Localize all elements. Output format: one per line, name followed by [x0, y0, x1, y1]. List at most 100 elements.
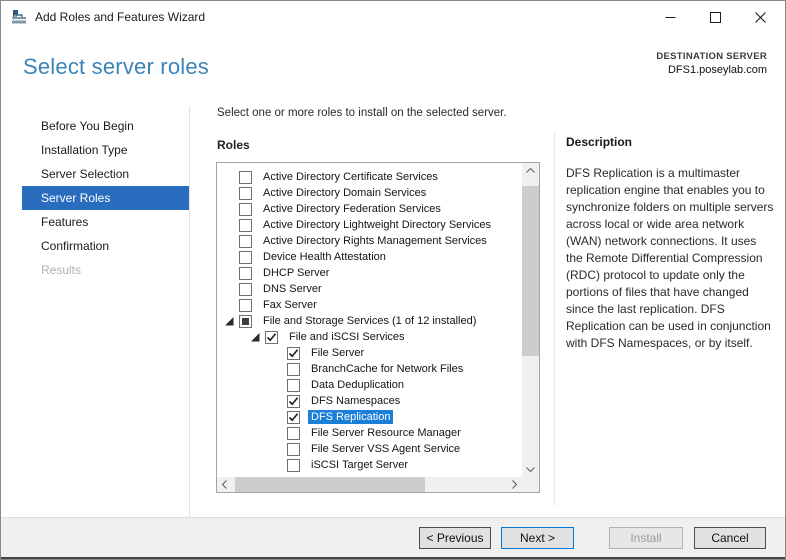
role-checkbox[interactable]	[287, 411, 300, 424]
role-label: DNS Server	[260, 282, 325, 296]
title-bar: Add Roles and Features Wizard	[1, 1, 785, 33]
description-text: DFS Replication is a multimaster replica…	[566, 165, 774, 352]
cancel-button[interactable]: Cancel	[694, 527, 766, 549]
role-row[interactable]: File and iSCSI Services	[217, 329, 522, 345]
role-label: Active Directory Certificate Services	[260, 170, 441, 184]
role-checkbox[interactable]	[239, 171, 252, 184]
vertical-scroll-thumb[interactable]	[522, 186, 539, 356]
sidebar-item-server-roles[interactable]: Server Roles	[22, 186, 189, 210]
role-label: DFS Namespaces	[308, 394, 403, 408]
role-checkbox[interactable]	[287, 347, 300, 360]
role-label: Active Directory Federation Services	[260, 202, 444, 216]
roles-list-label: Roles	[217, 138, 250, 152]
role-checkbox[interactable]	[239, 283, 252, 296]
previous-button[interactable]: < Previous	[419, 527, 491, 549]
role-row[interactable]: Fax Server	[217, 297, 522, 313]
role-label: Device Health Attestation	[260, 250, 389, 264]
sidebar-item-features[interactable]: Features	[22, 210, 189, 234]
wizard-steps-sidebar: Before You BeginInstallation TypeServer …	[1, 106, 189, 282]
role-checkbox[interactable]	[287, 395, 300, 408]
role-checkbox[interactable]	[287, 379, 300, 392]
page-title: Select server roles	[23, 54, 209, 80]
destination-server-label: DESTINATION SERVER	[656, 50, 767, 63]
expander-icon[interactable]	[251, 333, 261, 342]
role-row[interactable]: BranchCache for Network Files	[217, 361, 522, 377]
window-controls	[648, 1, 783, 33]
scroll-right-button[interactable]	[507, 477, 522, 492]
scroll-left-button[interactable]	[217, 477, 232, 492]
role-row[interactable]: Active Directory Federation Services	[217, 201, 522, 217]
role-row[interactable]: Active Directory Rights Management Servi…	[217, 233, 522, 249]
role-label: Active Directory Rights Management Servi…	[260, 234, 490, 248]
wizard-window: Add Roles and Features Wizard Select ser…	[0, 0, 786, 560]
role-checkbox[interactable]	[265, 331, 278, 344]
role-row[interactable]: File Server Resource Manager	[217, 425, 522, 441]
footer-bar: < Previous Next > Install Cancel	[1, 517, 785, 557]
sidebar-item-server-selection[interactable]: Server Selection	[22, 162, 189, 186]
role-row[interactable]: DNS Server	[217, 281, 522, 297]
role-checkbox[interactable]	[287, 459, 300, 472]
role-label: DHCP Server	[260, 266, 332, 280]
role-checkbox[interactable]	[239, 203, 252, 216]
panel-divider	[554, 131, 555, 506]
sidebar-item-confirmation[interactable]: Confirmation	[22, 234, 189, 258]
mixed-state-icon	[242, 318, 249, 325]
role-label: Fax Server	[260, 298, 320, 312]
role-label: BranchCache for Network Files	[308, 362, 466, 376]
role-row[interactable]: File Server VSS Agent Service	[217, 441, 522, 457]
description-heading: Description	[566, 135, 774, 149]
role-label: File Server VSS Agent Service	[308, 442, 463, 456]
role-checkbox[interactable]	[287, 443, 300, 456]
horizontal-scroll-thumb[interactable]	[235, 477, 425, 492]
close-icon	[755, 12, 766, 23]
role-row[interactable]: File Server	[217, 345, 522, 361]
app-icon	[11, 9, 27, 25]
role-checkbox[interactable]	[239, 299, 252, 312]
role-row[interactable]: Device Health Attestation	[217, 249, 522, 265]
role-checkbox[interactable]	[287, 363, 300, 376]
destination-server: DESTINATION SERVER DFS1.poseylab.com	[656, 50, 767, 78]
role-row[interactable]: Active Directory Lightweight Directory S…	[217, 217, 522, 233]
role-checkbox[interactable]	[239, 235, 252, 248]
roles-list: Active Directory Certificate Services Act…	[217, 163, 522, 477]
role-checkbox[interactable]	[239, 219, 252, 232]
sidebar-divider	[189, 106, 190, 517]
instruction-text: Select one or more roles to install on t…	[217, 107, 507, 119]
role-row[interactable]: DFS Replication	[217, 409, 522, 425]
role-row[interactable]: Data Deduplication	[217, 377, 522, 393]
install-button: Install	[609, 527, 683, 549]
role-checkbox[interactable]	[287, 427, 300, 440]
role-row[interactable]: File and Storage Services (1 of 12 insta…	[217, 313, 522, 329]
sidebar-item-installation-type[interactable]: Installation Type	[22, 138, 189, 162]
role-label: File Server Resource Manager	[308, 426, 464, 440]
minimize-button[interactable]	[648, 1, 693, 33]
role-row[interactable]: Active Directory Domain Services	[217, 185, 522, 201]
horizontal-scrollbar[interactable]	[217, 477, 522, 492]
role-checkbox[interactable]	[239, 267, 252, 280]
scroll-up-button[interactable]	[522, 163, 539, 178]
role-row[interactable]: iSCSI Target Server	[217, 457, 522, 473]
close-button[interactable]	[738, 1, 783, 33]
expander-icon[interactable]	[225, 317, 235, 326]
role-checkbox[interactable]	[239, 315, 252, 328]
roles-listbox: Active Directory Certificate Services Act…	[216, 162, 540, 493]
role-checkbox[interactable]	[239, 251, 252, 264]
role-label: Active Directory Domain Services	[260, 186, 429, 200]
role-label: Data Deduplication	[308, 378, 407, 392]
role-label: File and Storage Services (1 of 12 insta…	[260, 314, 479, 328]
sidebar-item-before-you-begin[interactable]: Before You Begin	[22, 114, 189, 138]
role-row[interactable]: Active Directory Certificate Services	[217, 169, 522, 185]
role-checkbox[interactable]	[239, 187, 252, 200]
maximize-icon	[710, 12, 721, 23]
maximize-button[interactable]	[693, 1, 738, 33]
vertical-scrollbar[interactable]	[522, 163, 539, 477]
scrollbar-corner	[522, 477, 539, 492]
sidebar-item-results: Results	[22, 258, 189, 282]
next-button[interactable]: Next >	[501, 527, 574, 549]
role-row[interactable]: DHCP Server	[217, 265, 522, 281]
role-label: iSCSI Target Server	[308, 458, 411, 472]
scroll-down-button[interactable]	[522, 462, 539, 477]
role-label: File and iSCSI Services	[286, 330, 408, 344]
window-title: Add Roles and Features Wizard	[35, 1, 205, 33]
role-row[interactable]: DFS Namespaces	[217, 393, 522, 409]
